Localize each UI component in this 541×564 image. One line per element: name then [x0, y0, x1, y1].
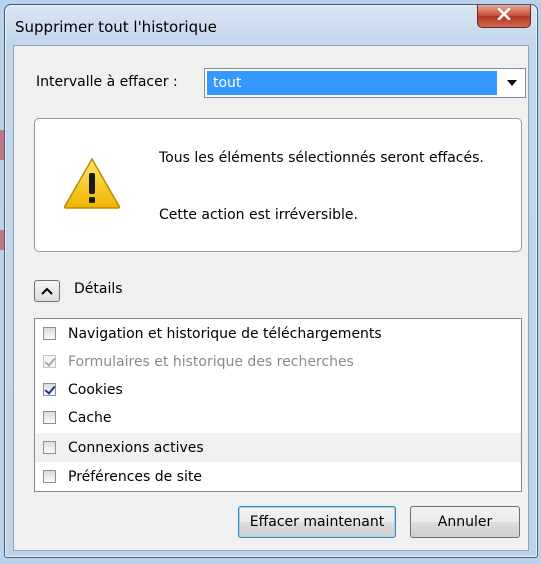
details-label[interactable]: Détails [74, 281, 123, 297]
item-label: Préférences de site [68, 468, 203, 485]
checkbox[interactable] [43, 411, 56, 424]
dialog-content: Intervalle à effacer : tout Tous les élé… [13, 45, 529, 551]
list-item[interactable]: Cache [35, 403, 521, 432]
interval-row: Intervalle à effacer : [36, 74, 178, 90]
cancel-button[interactable]: Annuler [410, 506, 520, 538]
checkbox[interactable] [43, 470, 56, 483]
warning-irreversible: Cette action est irréversible. [159, 207, 358, 223]
interval-label: Intervalle à effacer : [36, 74, 178, 90]
item-label: Connexions actives [68, 439, 204, 456]
items-list: Navigation et historique de téléchargeme… [34, 318, 522, 492]
close-button[interactable] [477, 5, 531, 28]
chevron-up-icon [41, 283, 53, 299]
close-icon [497, 7, 511, 24]
interval-select[interactable]: tout [204, 68, 526, 98]
warning-message: Tous les éléments sélectionnés seront ef… [159, 150, 484, 166]
dialog-window: Supprimer tout l'historique Intervalle à… [4, 4, 538, 558]
clear-now-button[interactable]: Effacer maintenant [238, 506, 396, 538]
warning-box: Tous les éléments sélectionnés seront ef… [34, 118, 522, 252]
list-item: Formulaires et historique des recherches [35, 347, 521, 376]
item-label: Navigation et historique de téléchargeme… [68, 325, 382, 342]
checkbox[interactable] [43, 383, 56, 396]
checkbox [43, 355, 56, 368]
list-item[interactable]: Cookies [35, 375, 521, 404]
window-title: Supprimer tout l'historique [15, 18, 217, 36]
list-item[interactable]: Navigation et historique de téléchargeme… [35, 319, 521, 348]
titlebar: Supprimer tout l'historique [5, 5, 537, 45]
interval-selected-value: tout [207, 71, 497, 95]
item-label: Cache [68, 409, 112, 426]
checkbox[interactable] [43, 441, 56, 454]
list-item[interactable]: Préférences de site [35, 462, 521, 491]
chevron-down-icon[interactable] [499, 69, 525, 97]
warning-icon [63, 157, 121, 213]
list-item[interactable]: Connexions actives [35, 433, 521, 462]
item-label: Cookies [68, 381, 123, 398]
checkbox[interactable] [43, 327, 56, 340]
item-label: Formulaires et historique des recherches [68, 353, 354, 370]
details-toggle-button[interactable] [34, 280, 60, 302]
